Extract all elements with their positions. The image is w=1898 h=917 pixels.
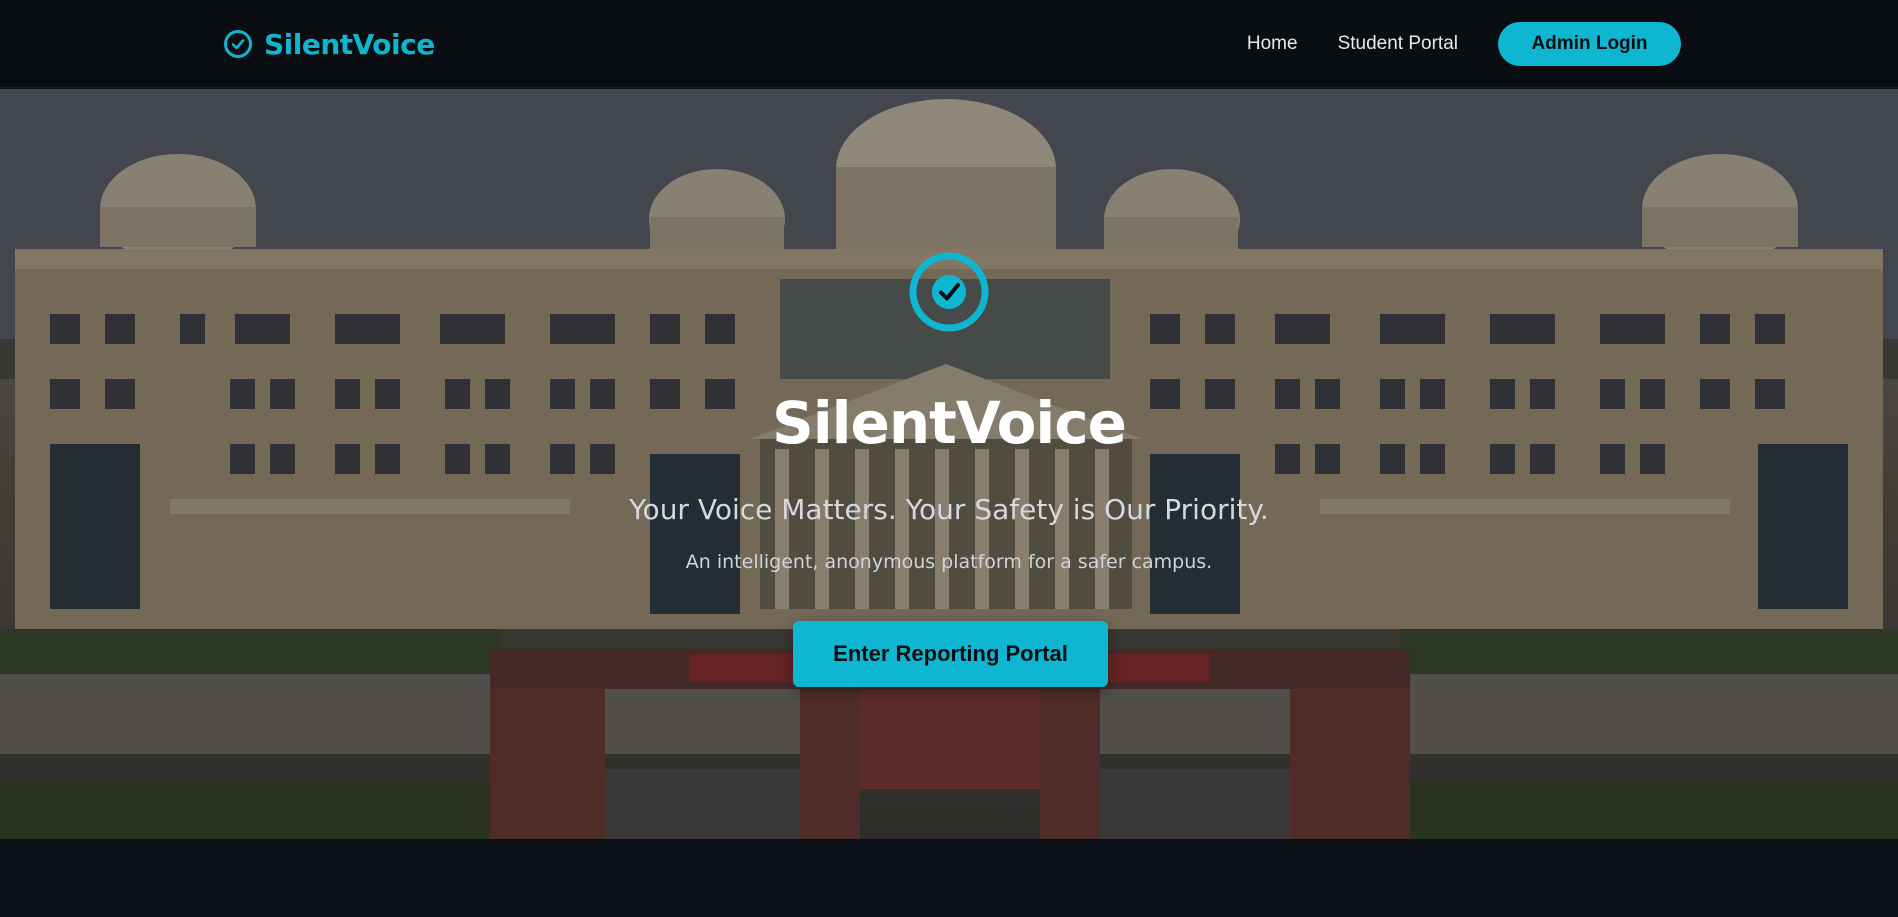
- enter-reporting-portal-button[interactable]: Enter Reporting Portal: [793, 621, 1108, 687]
- admin-login-button[interactable]: Admin Login: [1498, 22, 1681, 66]
- hero-dark-overlay: [0, 89, 1898, 839]
- brand-name: SilentVoice: [264, 27, 435, 61]
- check-circle-icon: [224, 30, 252, 58]
- hero-section: SilentVoice Your Voice Matters. Your Saf…: [0, 89, 1898, 839]
- brand-logo-link[interactable]: SilentVoice: [222, 26, 435, 62]
- nav-link-home[interactable]: Home: [1247, 33, 1298, 55]
- hero-title: SilentVoice: [771, 389, 1127, 457]
- nav-links: Home Student Portal Admin Login: [1247, 22, 1681, 66]
- top-navbar: SilentVoice Home Student Portal Admin Lo…: [0, 0, 1898, 88]
- hero-subtitle: Your Voice Matters. Your Safety is Our P…: [629, 493, 1269, 526]
- hero-description: An intelligent, anonymous platform for a…: [685, 551, 1213, 573]
- nav-link-student-portal[interactable]: Student Portal: [1338, 33, 1458, 55]
- page-bottom-band: [0, 839, 1898, 917]
- check-circle-icon: [909, 252, 989, 332]
